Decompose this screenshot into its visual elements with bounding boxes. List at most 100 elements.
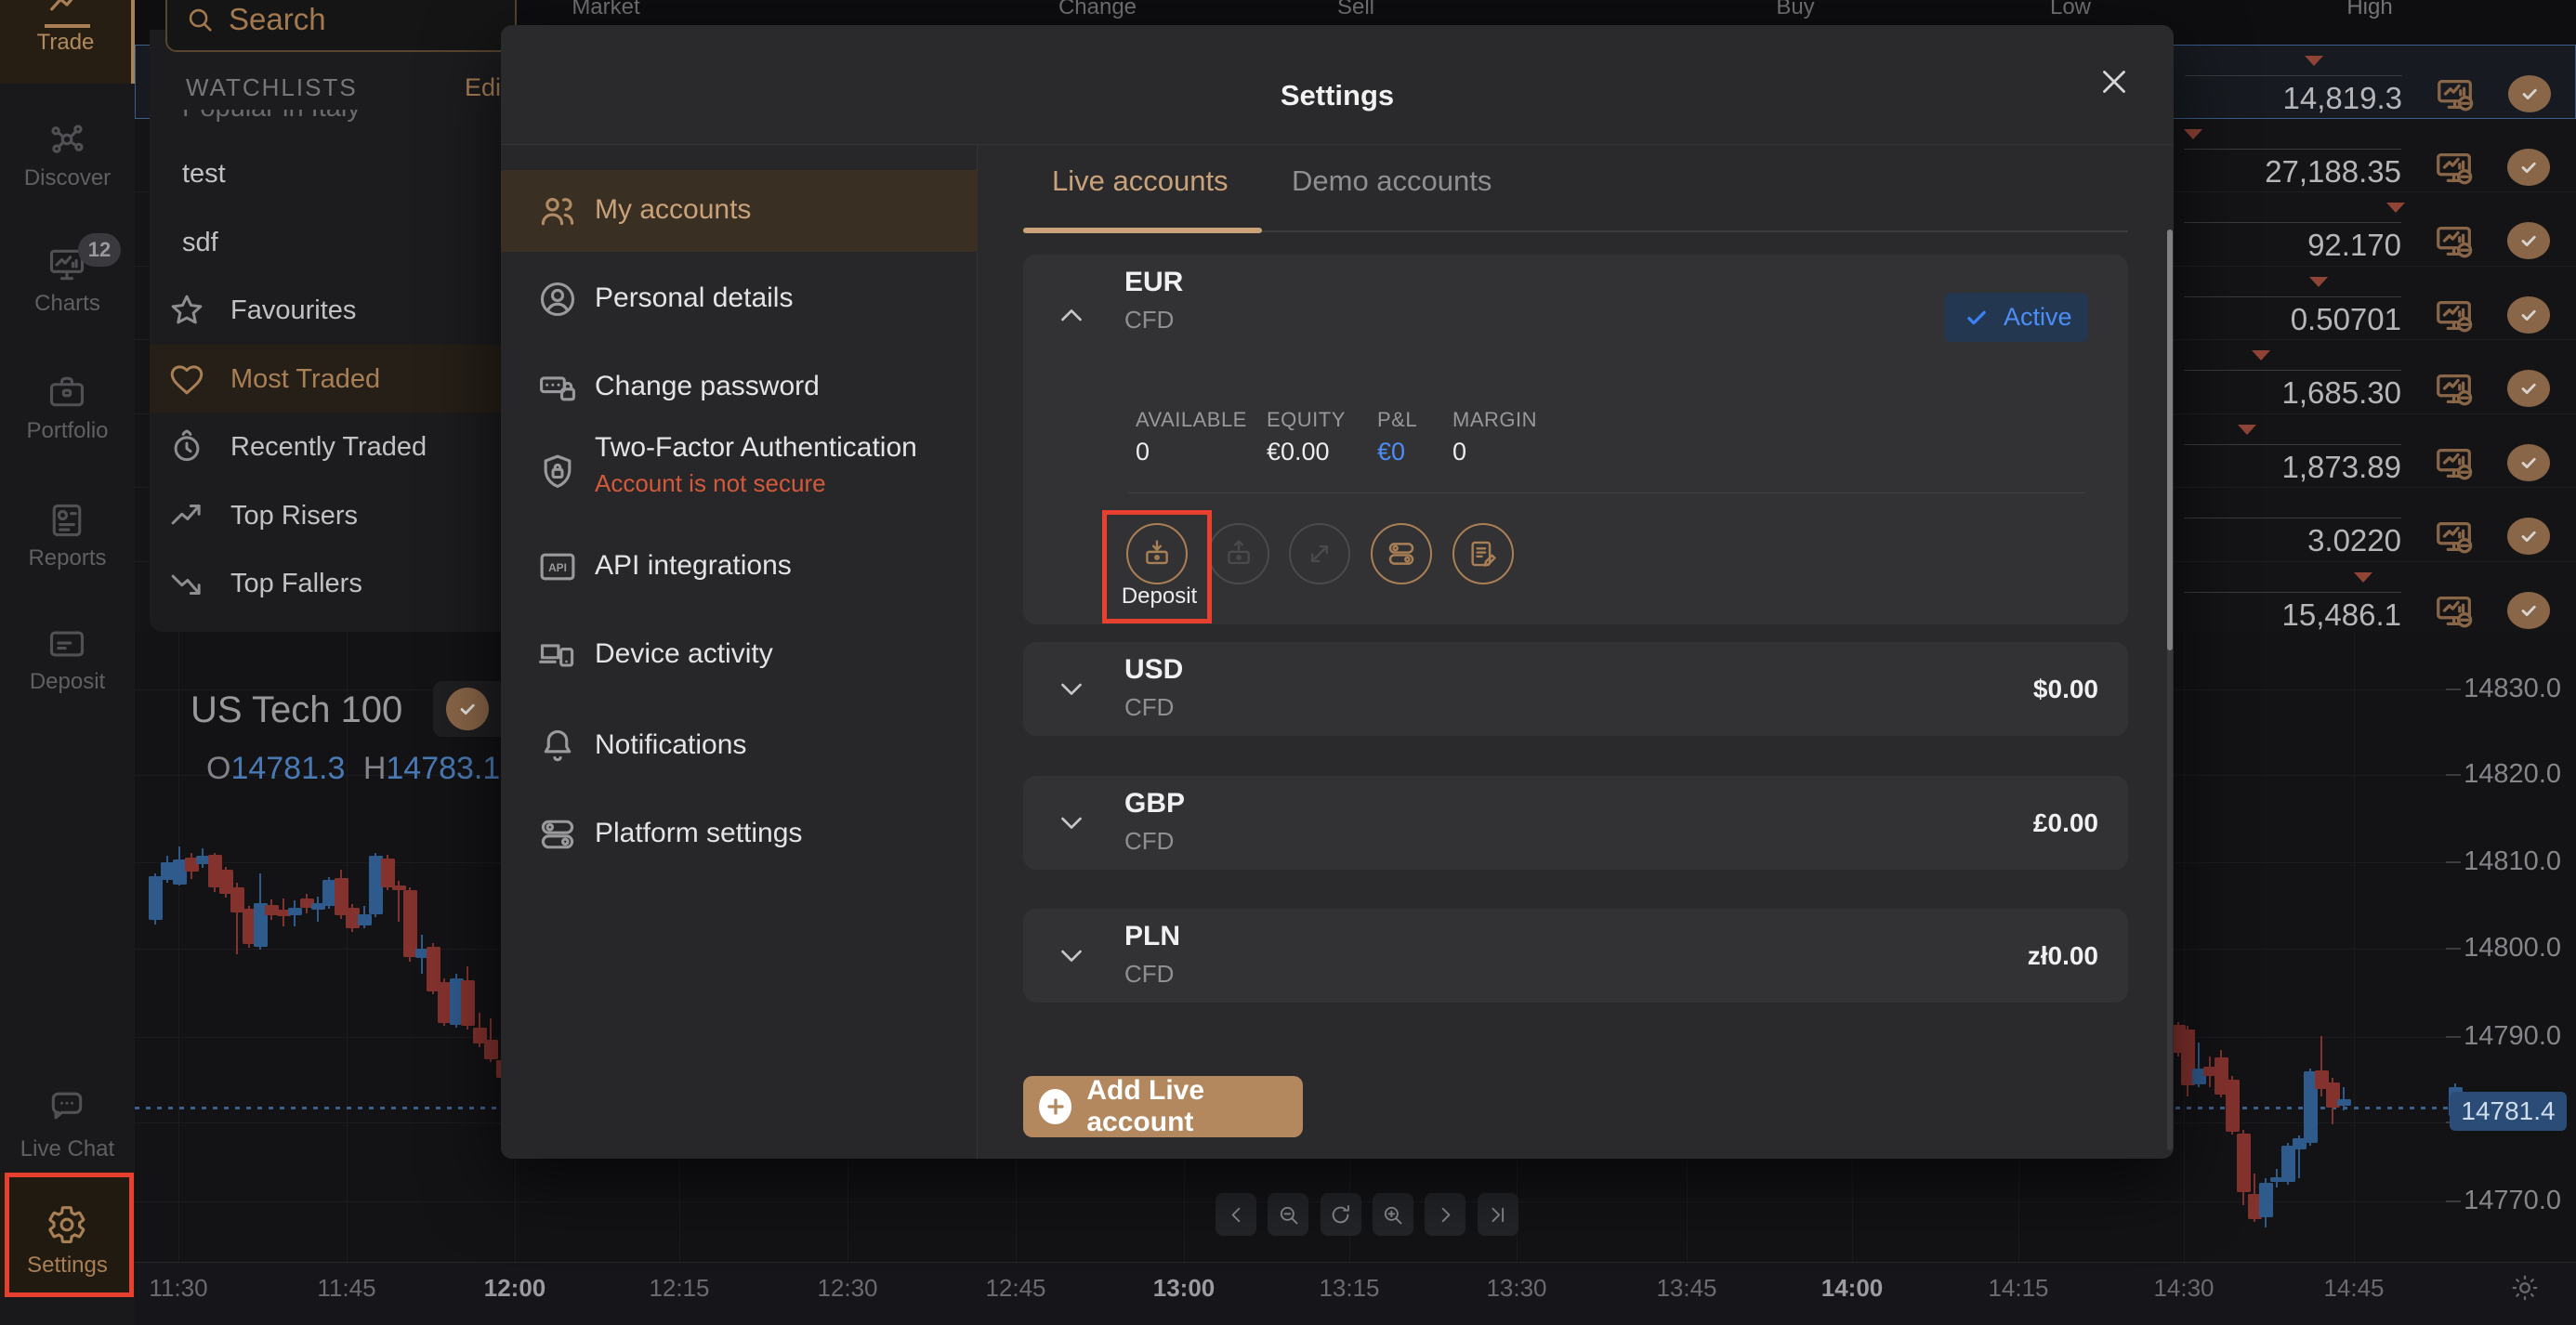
open-chart-button[interactable] (2433, 147, 2476, 190)
check-circle-icon[interactable] (2507, 148, 2550, 186)
zoom-in-button[interactable] (1372, 1193, 1413, 1236)
open-chart-button[interactable] (2433, 442, 2476, 485)
search-bar[interactable] (165, 0, 517, 52)
chevron-down-icon[interactable] (1054, 671, 1089, 706)
watchlist-item-sdf[interactable]: sdf (150, 208, 519, 277)
chevron-down-icon[interactable] (1054, 805, 1089, 840)
sidebar-item-reports[interactable]: Reports (0, 496, 135, 575)
settings-menu-api-integrations[interactable]: API API integrations (501, 526, 978, 608)
watchlists-header: WATCHLISTS (186, 73, 358, 101)
vertical-gridline (2354, 632, 2355, 1262)
check-circle-icon[interactable] (2507, 591, 2550, 629)
chevron-right-icon (1433, 1202, 1458, 1227)
candle-body (2236, 1134, 2251, 1192)
check-circle-icon[interactable] (2507, 443, 2550, 481)
sidebar-item-trade[interactable]: Trade (0, 0, 135, 84)
account-card-gbp[interactable]: GBP CFD £0.00 (1023, 776, 2128, 870)
skip-end-button[interactable] (1477, 1193, 1518, 1236)
cell-underline (2184, 148, 2401, 150)
chevron-right-button[interactable] (1425, 1193, 1466, 1236)
column-header-high: High (2346, 0, 2393, 20)
settings-menu-my-accounts[interactable]: My accounts (501, 170, 978, 252)
time-axis-label: 13:30 (1486, 1274, 1547, 1302)
price-down-triangle-icon (2238, 424, 2256, 435)
trend-up-icon (167, 496, 206, 535)
bell-icon (537, 726, 578, 767)
price-axis-label: 14770.0 (2464, 1186, 2561, 1215)
settings-menu-change-password[interactable]: Change password (501, 347, 978, 428)
refresh-button[interactable] (1320, 1193, 1361, 1236)
toggles-icon (1386, 538, 1417, 570)
watchlist-item-recently-traded[interactable]: Recently Traded (150, 413, 519, 481)
withdraw-box-icon (1223, 538, 1255, 570)
active-underline (45, 24, 90, 28)
sidebar-item-label: Reports (28, 545, 107, 571)
price-axis-label: 14810.0 (2464, 846, 2561, 876)
check-circle-icon[interactable] (2507, 222, 2550, 259)
settings-menu-two-factor-authentication[interactable]: Two-Factor Authentication Account is not … (501, 431, 978, 513)
candle-body (402, 890, 417, 957)
settings-menu-personal-details[interactable]: Personal details (501, 258, 978, 340)
watchlist-item-top-fallers[interactable]: Top Fallers (150, 549, 519, 618)
watchlist-partial-item[interactable]: Popular in Italy (182, 110, 489, 125)
sidebar-item-charts[interactable]: 12 Charts (0, 233, 135, 321)
account-card-usd[interactable]: USD CFD $0.00 (1023, 642, 2128, 736)
settings-menu-device-activity[interactable]: Device activity (501, 614, 978, 696)
stat-label: P&L (1377, 408, 1418, 431)
sidebar-item-portfolio[interactable]: Portfolio (0, 368, 135, 448)
sidebar-item-discover[interactable]: Discover (0, 115, 135, 195)
search-input[interactable] (229, 2, 489, 37)
watchlist-item-most-traded[interactable]: Most Traded (150, 344, 519, 413)
zoom-in-icon (1380, 1202, 1405, 1227)
sidebar-item-deposit[interactable]: Deposit (0, 620, 135, 699)
open-value: 14781.3 (230, 751, 346, 786)
open-chart-button[interactable] (2434, 73, 2477, 116)
add-live-account-button[interactable]: Add Live account (1023, 1075, 1303, 1137)
settings-menu-notifications[interactable]: Notifications (501, 705, 978, 787)
tab-live-accounts[interactable]: Live accounts (1052, 164, 1229, 198)
account-action-withdraw-box[interactable] (1208, 523, 1269, 584)
price-axis-label: 14820.0 (2464, 759, 2561, 789)
account-action-edit-note[interactable] (1452, 523, 1514, 584)
sidebar-nav: Trade Discover 12 Charts Portfolio Repor… (0, 0, 135, 1325)
account-action-transfer[interactable] (1289, 523, 1350, 584)
settings-menu-platform-settings[interactable]: Platform settings (501, 794, 978, 875)
check-circle-icon[interactable] (2508, 75, 2551, 112)
sidebar-item-label: Portfolio (26, 418, 109, 443)
open-chart-button[interactable] (2433, 220, 2476, 263)
tab-demo-accounts[interactable]: Demo accounts (1292, 164, 1492, 198)
account-action-toggles[interactable] (1371, 523, 1432, 584)
modal-scrollbar-thumb[interactable] (2167, 230, 2173, 650)
open-chart-button[interactable] (2433, 368, 2476, 411)
time-axis-label: 13:00 (1152, 1274, 1216, 1302)
zoom-out-button[interactable] (1268, 1193, 1309, 1236)
price-axis-label: 14790.0 (2464, 1021, 2561, 1051)
chevron-up-icon[interactable] (1054, 298, 1089, 334)
chevron-left-button[interactable] (1216, 1193, 1256, 1236)
instrument-check-icon[interactable] (446, 688, 489, 730)
time-axis-label: 11:45 (317, 1274, 376, 1302)
time-axis-label: 11:30 (149, 1274, 208, 1302)
watchlist-item-test[interactable]: test (150, 139, 519, 208)
monitor-minus-icon (2433, 442, 2476, 485)
cell-underline (2184, 370, 2401, 371)
open-chart-button[interactable] (2433, 295, 2476, 337)
menu-item-label: Platform settings (595, 818, 803, 848)
watchlist-item-favourites[interactable]: Favourites (150, 276, 519, 345)
open-chart-button[interactable] (2433, 590, 2476, 633)
settings-annotation-box (5, 1173, 134, 1297)
close-icon[interactable] (2092, 59, 2136, 104)
account-card-pln[interactable]: PLN CFD zł0.00 (1023, 909, 2128, 1003)
watchlist-item-label: sdf (182, 227, 218, 257)
high-value: 14783.1 (386, 751, 501, 786)
chart-display-settings-button[interactable] (2508, 1271, 2542, 1305)
check-circle-icon[interactable] (2507, 370, 2550, 407)
price-axis-label: 14800.0 (2464, 933, 2561, 963)
open-chart-button[interactable] (2433, 516, 2476, 558)
stat-label: AVAILABLE (1136, 408, 1247, 431)
watchlist-item-top-risers[interactable]: Top Risers (150, 481, 519, 550)
sidebar-item-live-chat[interactable]: Live Chat (0, 1082, 135, 1166)
chevron-down-icon[interactable] (1054, 938, 1089, 973)
check-circle-icon[interactable] (2507, 295, 2550, 334)
check-circle-icon[interactable] (2507, 518, 2550, 555)
